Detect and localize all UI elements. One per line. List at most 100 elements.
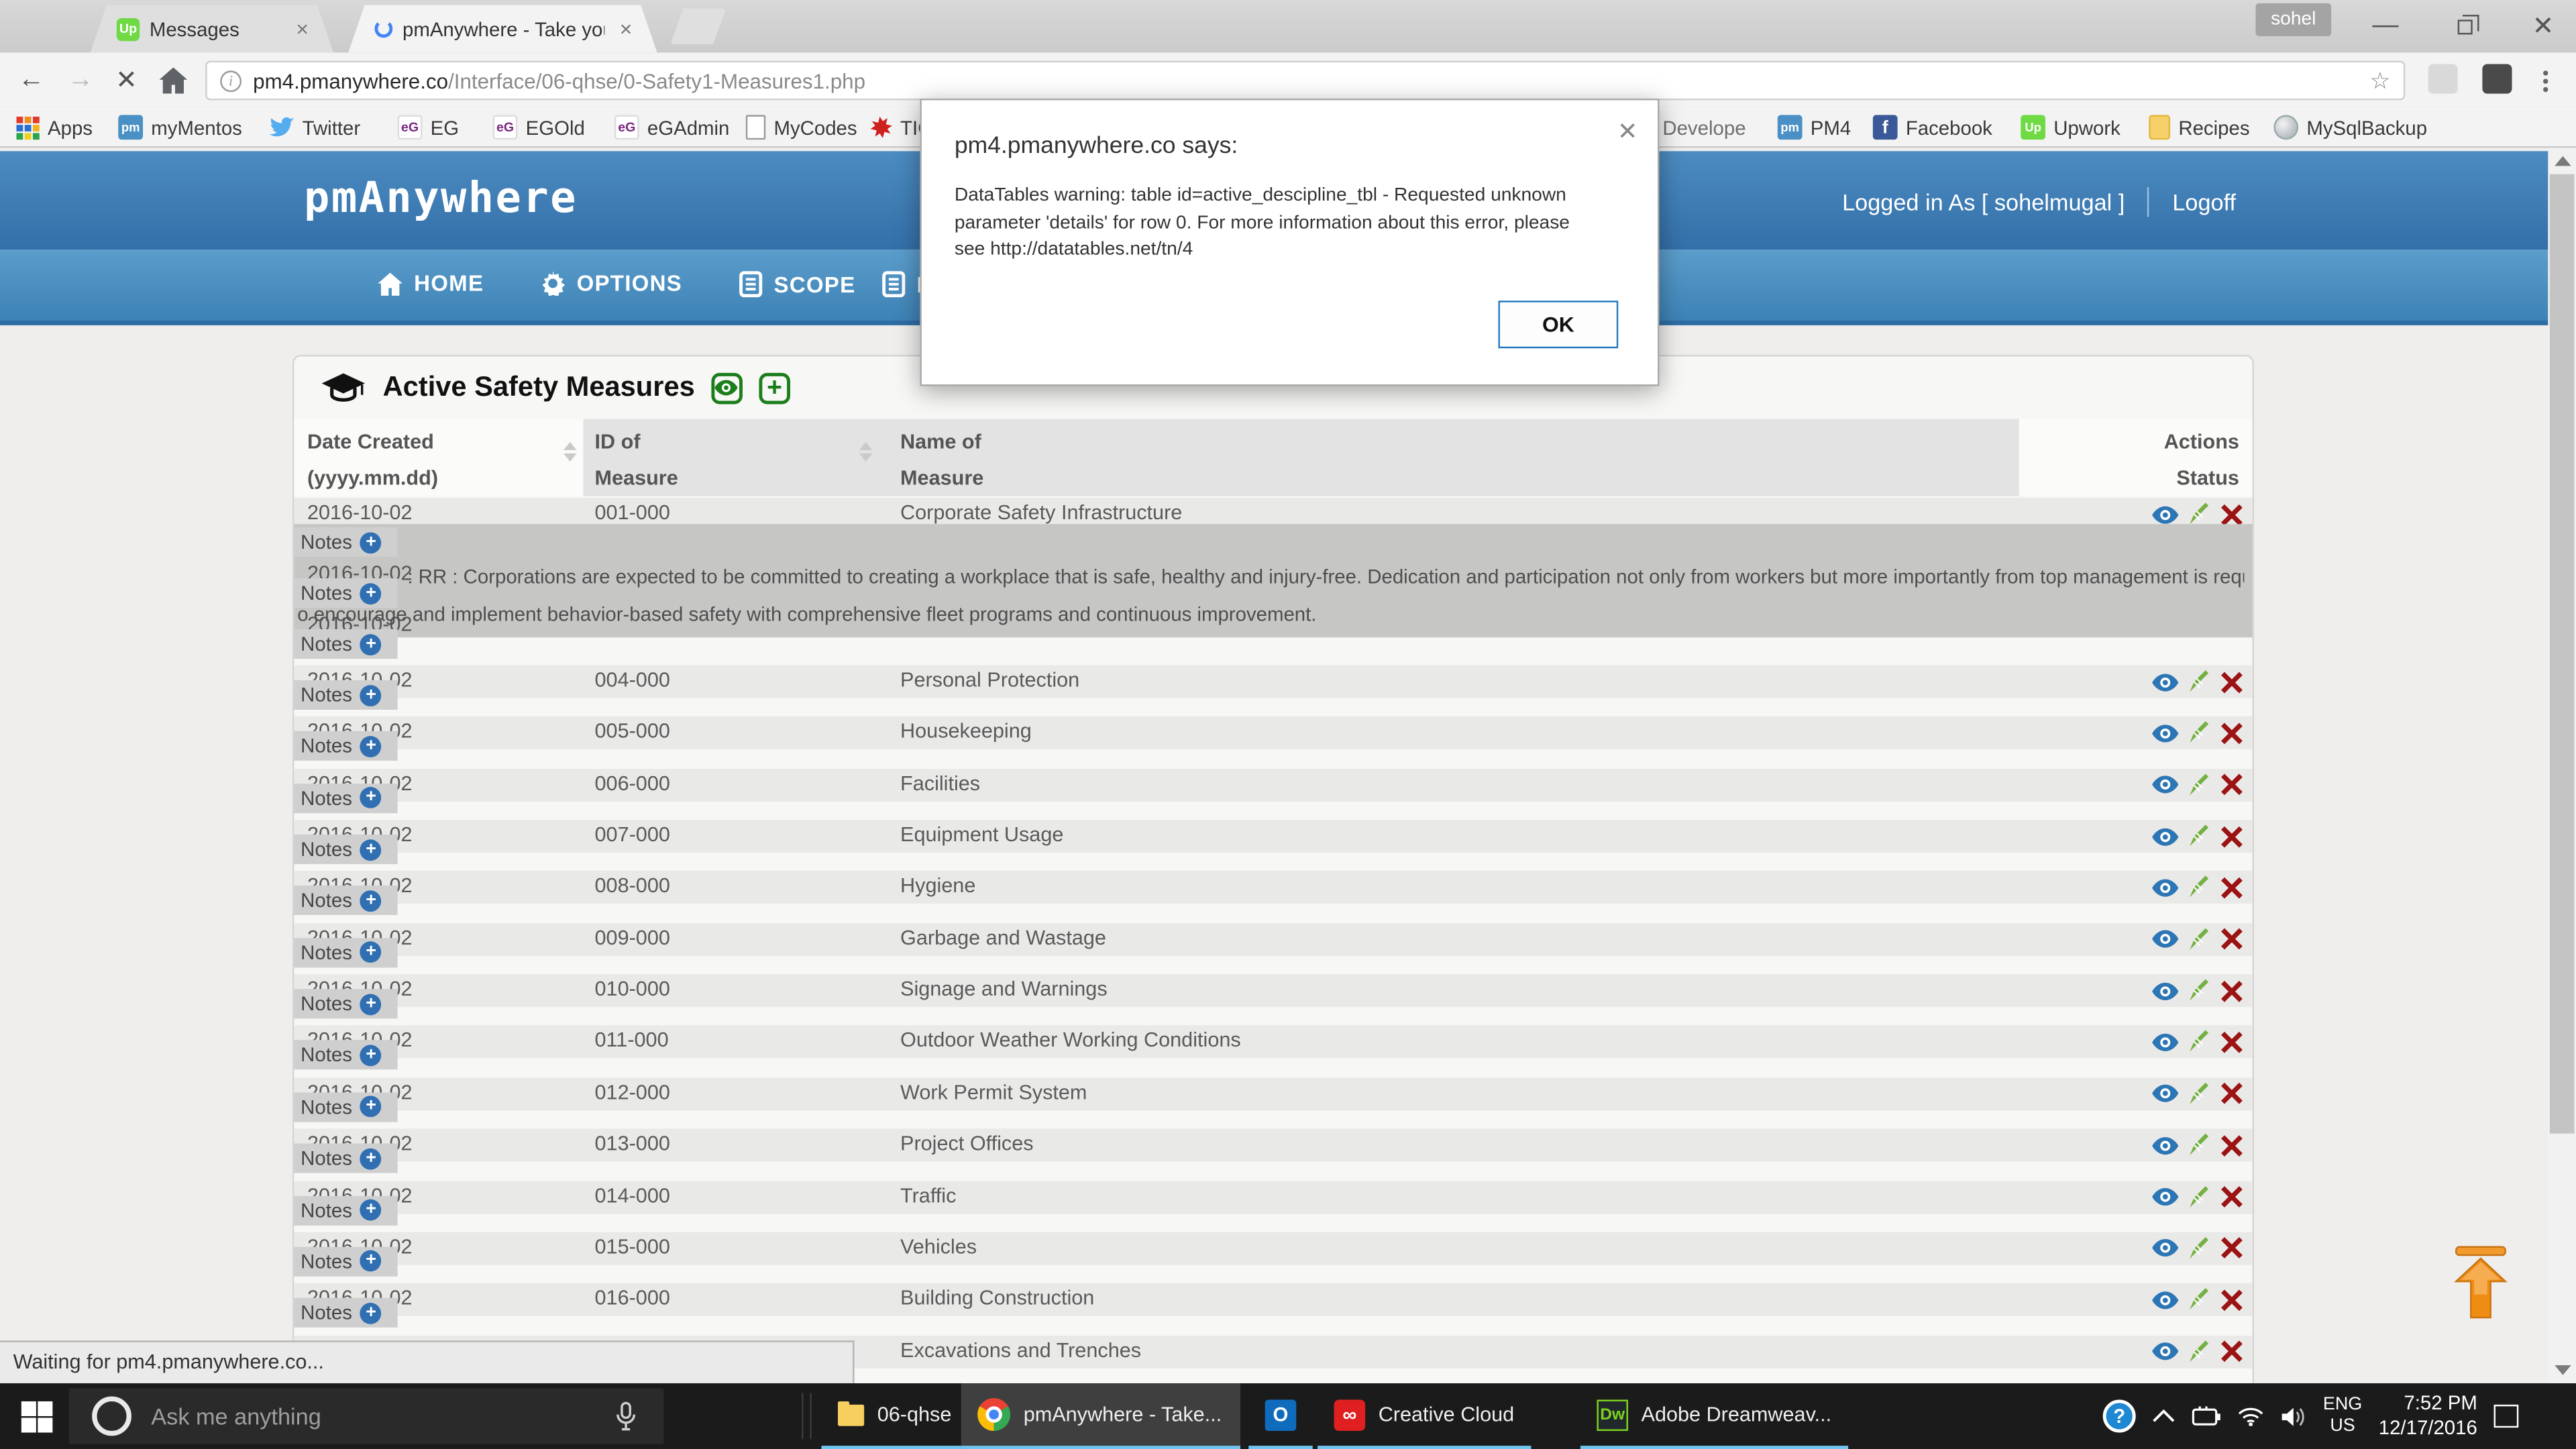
expand-plus-icon[interactable]: +: [360, 531, 382, 553]
bookmark-star-icon[interactable]: ☆: [2370, 66, 2391, 95]
expand-plus-icon[interactable]: +: [360, 839, 382, 860]
tab-messages[interactable]: Up Messages ×: [91, 5, 333, 52]
expand-plus-icon[interactable]: +: [360, 582, 382, 604]
edit-icon[interactable]: [2188, 1340, 2211, 1362]
edit-icon[interactable]: [2188, 1185, 2211, 1208]
back-button[interactable]: ←: [13, 62, 50, 99]
dark-extension-icon[interactable]: [2482, 64, 2512, 94]
view-icon[interactable]: [2152, 1188, 2178, 1206]
language-indicator[interactable]: ENGUS: [2323, 1395, 2362, 1438]
bookmark-twitter[interactable]: Twitter: [270, 112, 361, 144]
page-info-icon[interactable]: i: [220, 70, 241, 91]
view-icon[interactable]: [2152, 1342, 2178, 1360]
scrollbar-down-icon[interactable]: [2555, 1365, 2571, 1375]
sort-icon[interactable]: [859, 442, 871, 462]
taskbar-item-chrome[interactable]: pmAnywhere - Take...: [961, 1383, 1240, 1449]
column-header-date[interactable]: Date Created (yyyy.mm.dd): [307, 424, 438, 496]
view-icon[interactable]: [2152, 879, 2178, 897]
delete-icon[interactable]: [2221, 504, 2243, 525]
acrobat-extension-icon[interactable]: [2428, 64, 2458, 94]
browser-profile-badge[interactable]: sohel: [2255, 3, 2331, 36]
nav-options[interactable]: OPTIONS: [541, 271, 682, 296]
view-icon[interactable]: [2152, 827, 2178, 845]
expand-plus-icon[interactable]: +: [360, 994, 382, 1015]
taskbar-item-explorer[interactable]: 06-qhse: [821, 1383, 967, 1449]
home-button[interactable]: [154, 62, 191, 99]
expand-plus-icon[interactable]: +: [360, 736, 382, 757]
notes-toggle[interactable]: Notes+: [294, 989, 397, 1019]
start-button[interactable]: [21, 1401, 53, 1433]
cortana-search[interactable]: Ask me anything: [69, 1388, 664, 1444]
edit-icon[interactable]: [2188, 1082, 2211, 1105]
edit-icon[interactable]: [2188, 773, 2211, 796]
browser-menu-icon[interactable]: [2536, 62, 2553, 99]
window-minimize-button[interactable]: —: [2361, 10, 2410, 43]
ok-button[interactable]: OK: [1498, 301, 1618, 348]
logoff-link[interactable]: Logoff: [2172, 189, 2236, 215]
edit-icon[interactable]: [2188, 876, 2211, 899]
notes-toggle[interactable]: Notes+: [294, 886, 397, 916]
column-header-actions[interactable]: Actions Status: [2164, 424, 2239, 496]
delete-icon[interactable]: [2221, 877, 2243, 898]
delete-icon[interactable]: [2221, 1083, 2243, 1105]
bookmark-mycodes[interactable]: MyCodes: [746, 112, 857, 144]
page-scrollbar[interactable]: [2548, 148, 2576, 1383]
wifi-icon[interactable]: [2238, 1406, 2264, 1426]
expand-plus-icon[interactable]: +: [360, 1044, 382, 1066]
bookmark-apps[interactable]: Apps: [16, 112, 93, 144]
column-header-name[interactable]: Name of Measure: [900, 424, 983, 496]
edit-icon[interactable]: [2188, 1031, 2211, 1054]
bookmark-pm4[interactable]: pm PM4: [1778, 112, 1851, 144]
bookmark-developer[interactable]: Develope: [1662, 112, 1746, 144]
notes-toggle[interactable]: Notes+: [294, 629, 397, 659]
bookmark-mysqlbackup[interactable]: MySqlBackup: [2273, 112, 2427, 144]
notes-toggle[interactable]: Notes+: [294, 1092, 397, 1122]
notes-toggle[interactable]: Notes+: [294, 783, 397, 812]
edit-icon[interactable]: [2188, 670, 2211, 693]
window-restore-button[interactable]: [2440, 10, 2489, 43]
nav-home[interactable]: HOME: [378, 271, 484, 296]
taskbar-item-dreamweaver[interactable]: Dw Adobe Dreamweav...: [1580, 1383, 1848, 1449]
notes-toggle[interactable]: Notes+: [294, 1040, 397, 1070]
tray-chevron-icon[interactable]: [2152, 1409, 2175, 1423]
view-icon[interactable]: [2152, 505, 2178, 523]
edit-icon[interactable]: [2188, 1134, 2211, 1157]
column-header-id[interactable]: ID of Measure: [595, 424, 678, 496]
bookmark-mymentos[interactable]: pm myMentos: [118, 112, 242, 144]
bookmark-egadmin[interactable]: eG eGAdmin: [614, 112, 730, 144]
notes-toggle[interactable]: Notes+: [294, 1246, 397, 1276]
view-icon[interactable]: [2152, 1239, 2178, 1257]
tab-close-icon[interactable]: ×: [614, 16, 637, 41]
notes-toggle[interactable]: Notes+: [294, 1144, 397, 1173]
notes-toggle[interactable]: Notes+: [294, 1195, 397, 1225]
view-icon[interactable]: [2152, 775, 2178, 794]
view-icon[interactable]: [2152, 930, 2178, 949]
action-center-icon[interactable]: [2493, 1405, 2518, 1428]
scrollbar-thumb[interactable]: [2550, 174, 2575, 1134]
bookmark-eg[interactable]: eG EG: [398, 112, 459, 144]
delete-icon[interactable]: [2221, 774, 2243, 796]
delete-icon[interactable]: [2221, 671, 2243, 692]
delete-icon[interactable]: [2221, 1238, 2243, 1259]
view-icon[interactable]: [2152, 1085, 2178, 1103]
forward-button[interactable]: →: [62, 62, 99, 99]
taskbar-item-creative-cloud[interactable]: ∞ Creative Cloud: [1318, 1383, 1531, 1449]
nav-scope[interactable]: SCOPE: [739, 271, 855, 297]
taskbar-item-outlook[interactable]: O: [1248, 1383, 1313, 1449]
edit-icon[interactable]: [2188, 502, 2211, 525]
bookmark-egold[interactable]: eG EGOld: [493, 112, 585, 144]
delete-icon[interactable]: [2221, 826, 2243, 847]
expand-plus-icon[interactable]: +: [360, 684, 382, 706]
sort-icon[interactable]: [564, 442, 575, 462]
view-icon[interactable]: [2152, 1136, 2178, 1155]
battery-icon[interactable]: [2192, 1406, 2221, 1426]
delete-icon[interactable]: [2221, 722, 2243, 744]
add-measure-button[interactable]: +: [759, 372, 790, 404]
stop-button[interactable]: ✕: [109, 62, 145, 99]
expand-plus-icon[interactable]: +: [360, 1302, 382, 1324]
bookmark-upwork[interactable]: Up Upwork: [2021, 112, 2121, 144]
microphone-icon[interactable]: [614, 1401, 637, 1431]
expand-plus-icon[interactable]: +: [360, 1096, 382, 1118]
notes-toggle[interactable]: Notes+: [294, 578, 397, 608]
bookmark-facebook[interactable]: f Facebook: [1873, 112, 1992, 144]
